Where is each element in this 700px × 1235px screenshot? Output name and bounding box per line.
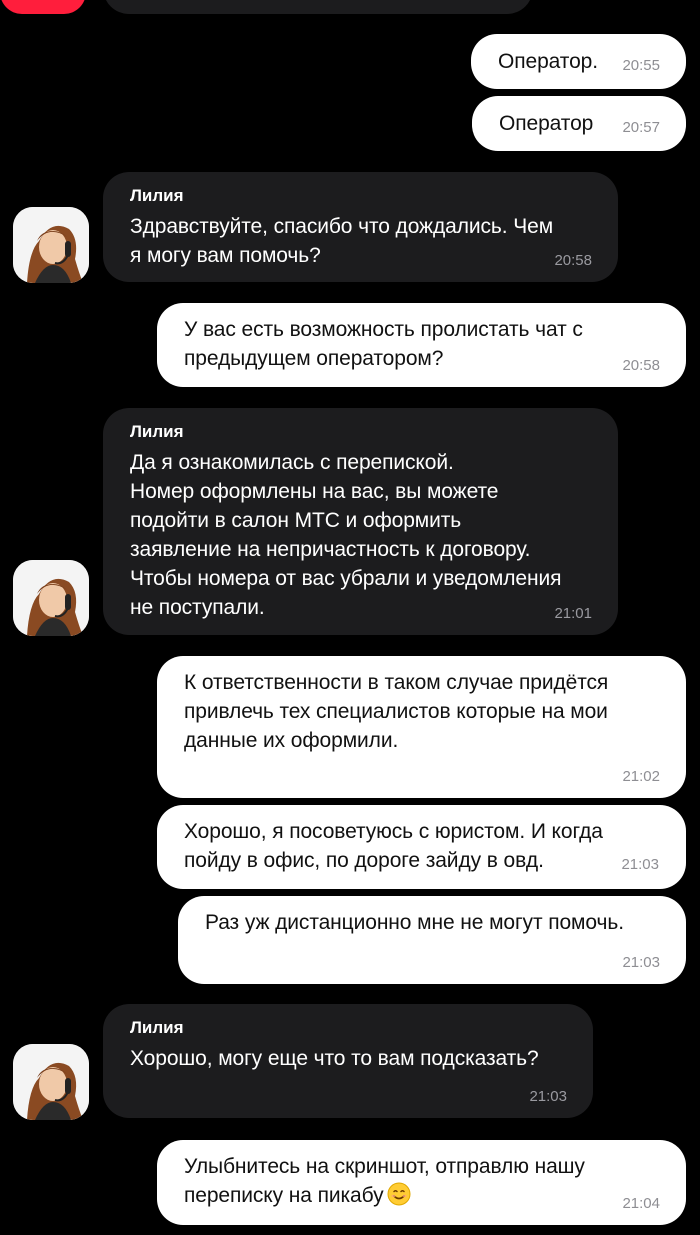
message-text: Улыбнитесь на скриншот, отправлю нашу пе… xyxy=(184,1152,666,1210)
message-time: 20:57 xyxy=(622,119,660,136)
message-text-content: Улыбнитесь на скриншот, отправлю нашу пе… xyxy=(184,1155,585,1207)
message-time: 21:03 xyxy=(529,1088,567,1105)
operator-avatar-icon[interactable] xyxy=(13,560,89,636)
message-time: 21:03 xyxy=(622,954,660,971)
incoming-message[interactable]: Лилия Хорошо, могу еще что то вам подска… xyxy=(103,1004,593,1118)
smiling-face-emoji xyxy=(387,1182,411,1206)
sender-name: Лилия xyxy=(130,422,184,441)
message-text: Хорошо, я посоветуюсь с юристом. И когда… xyxy=(184,820,603,872)
sender-name: Лилия xyxy=(130,186,184,205)
previous-message-bubble xyxy=(103,0,533,14)
operator-avatar-icon[interactable] xyxy=(13,207,89,283)
message-text: К ответственности в таком случае придётс… xyxy=(184,671,609,752)
message-time: 20:58 xyxy=(622,357,660,374)
brand-badge xyxy=(0,0,86,14)
message-text: Да я ознакомилась с перепиской. Номер оф… xyxy=(130,451,562,619)
message-text: Раз уж дистанционно мне не могут помочь. xyxy=(205,911,624,934)
outgoing-message[interactable]: Оператор 20:57 xyxy=(472,96,686,151)
message-time: 21:03 xyxy=(621,856,659,873)
message-time: 20:55 xyxy=(622,57,660,74)
operator-avatar-icon[interactable] xyxy=(13,1044,89,1120)
message-text: Хорошо, могу еще что то вам подсказать? xyxy=(130,1047,539,1070)
incoming-message[interactable]: Лилия Да я ознакомилась с перепиской. Но… xyxy=(103,408,618,635)
outgoing-message[interactable]: Улыбнитесь на скриншот, отправлю нашу пе… xyxy=(157,1140,686,1225)
sender-name: Лилия xyxy=(130,1018,184,1037)
message-time: 20:58 xyxy=(554,252,592,269)
outgoing-message[interactable]: К ответственности в таком случае придётс… xyxy=(157,656,686,798)
incoming-message[interactable]: Лилия Здравствуйте, спасибо что дождалис… xyxy=(103,172,618,282)
outgoing-message[interactable]: У вас есть возможность пролистать чат с … xyxy=(157,303,686,387)
outgoing-message[interactable]: Хорошо, я посоветуюсь с юристом. И когда… xyxy=(157,805,686,889)
message-time: 21:02 xyxy=(622,768,660,785)
message-text: Здравствуйте, спасибо что дождались. Чем… xyxy=(130,215,554,267)
message-time: 21:04 xyxy=(622,1195,660,1212)
message-text: У вас есть возможность пролистать чат с … xyxy=(184,318,583,370)
chat-thread[interactable]: Оператор. 20:55 Оператор 20:57 Лилия Здр… xyxy=(0,0,700,1235)
message-time: 21:01 xyxy=(554,605,592,622)
outgoing-message[interactable]: Оператор. 20:55 xyxy=(471,34,686,89)
outgoing-message[interactable]: Раз уж дистанционно мне не могут помочь.… xyxy=(178,896,686,984)
